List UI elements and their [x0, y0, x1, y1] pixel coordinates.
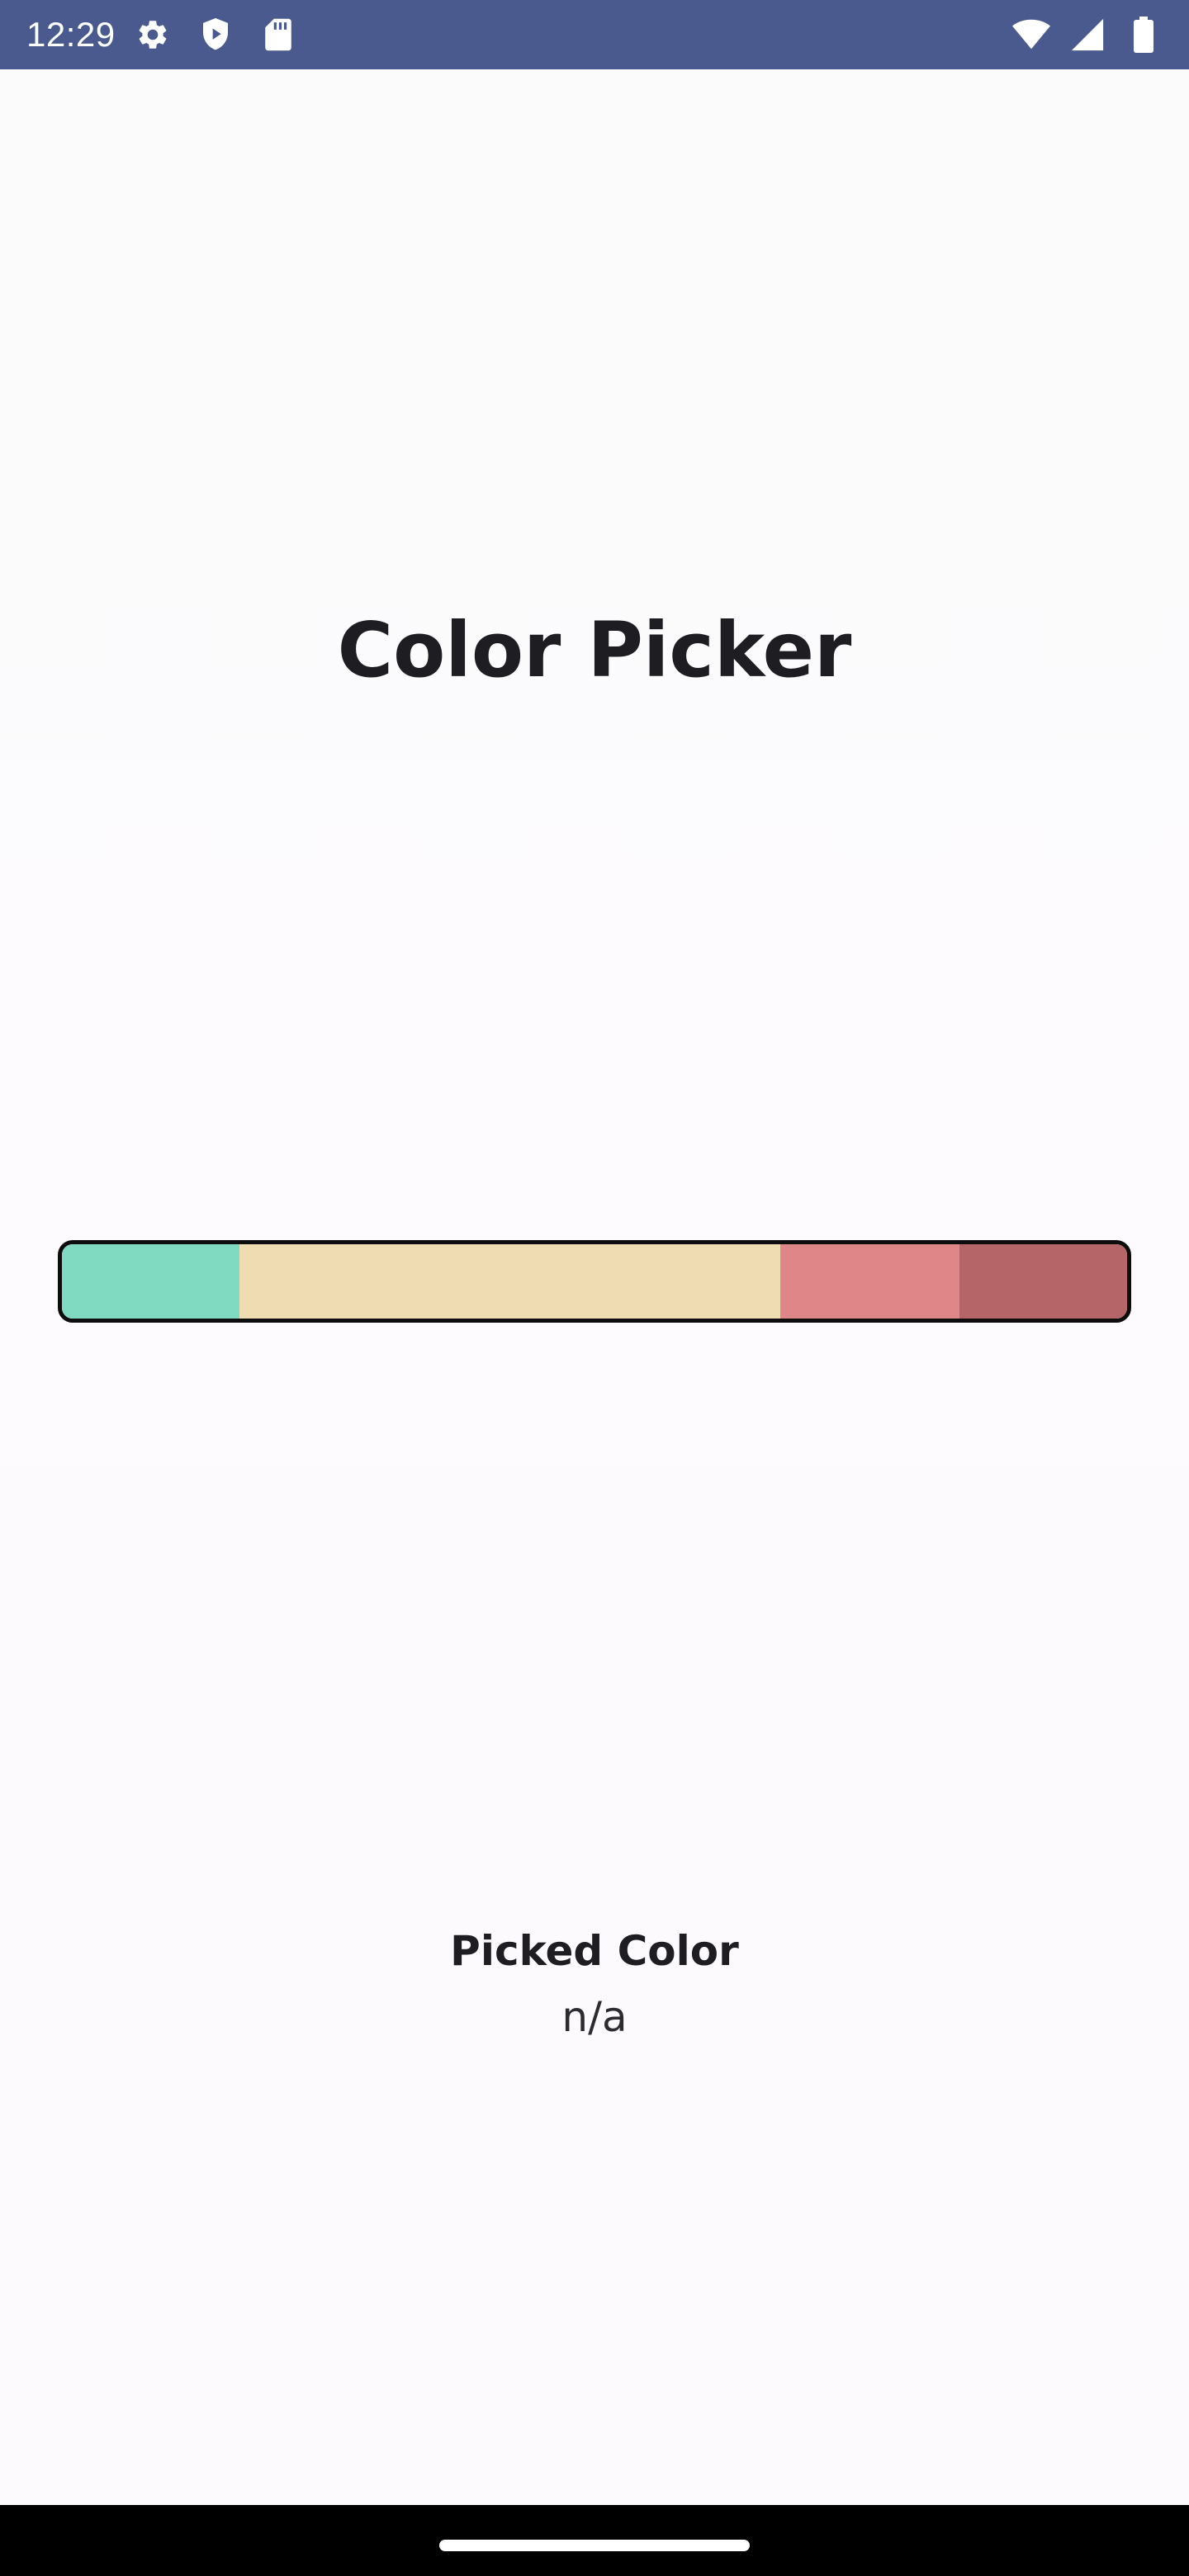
picked-color-label: Picked Color [450, 1927, 739, 1975]
page-title: Color Picker [337, 606, 852, 694]
status-bar: 12:29 [0, 0, 1189, 69]
signal-icon [1068, 16, 1106, 54]
color-palette-bar [58, 1240, 1131, 1323]
status-time: 12:29 [26, 15, 116, 54]
battery-icon [1125, 16, 1163, 54]
app-content: Color Picker Picked Color n/a [0, 69, 1189, 2505]
color-swatch-rose[interactable] [780, 1244, 959, 1319]
color-swatch-teal[interactable] [62, 1244, 239, 1319]
gear-icon [134, 16, 172, 54]
sd-card-icon [259, 16, 297, 54]
color-swatch-maroon[interactable] [959, 1244, 1127, 1319]
navigation-bar [0, 2505, 1189, 2576]
status-right-group [994, 16, 1163, 54]
shield-play-icon [197, 16, 234, 54]
home-gesture-handle[interactable] [439, 2540, 750, 2551]
picked-color-value: n/a [561, 1993, 628, 2041]
wifi-icon [1012, 16, 1050, 54]
color-swatch-sand[interactable] [239, 1244, 780, 1319]
